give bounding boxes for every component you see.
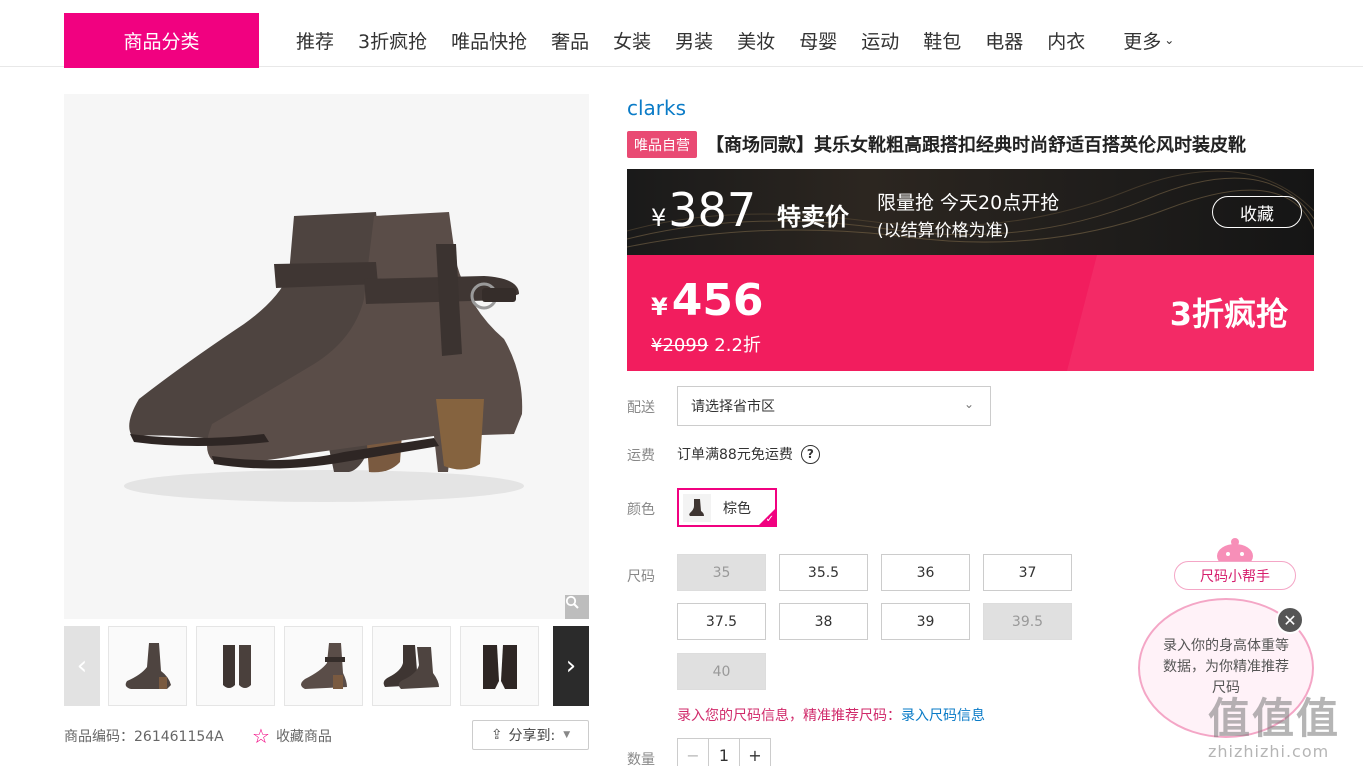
size-option-40[interactable]: 40: [677, 653, 766, 690]
nav-item-luxury[interactable]: 奢品: [551, 27, 589, 54]
star-icon: ☆: [252, 724, 270, 748]
share-icon: ⇪: [490, 727, 503, 743]
original-price-row: ¥2099 2.2折: [651, 331, 761, 357]
nav-item-women[interactable]: 女装: [613, 27, 651, 54]
thumbnail-strip: ‹ ›: [64, 626, 589, 706]
top-nav: 商品分类 推荐 3折疯抢 唯品快抢 奢品 女装 男装 美妆 母婴 运动 鞋包 电…: [0, 0, 1363, 68]
watermark-url: zhizhizhi.com: [1208, 742, 1330, 761]
thumbnail-next-button[interactable]: ›: [553, 626, 589, 706]
category-button[interactable]: 商品分类: [64, 13, 259, 68]
nav-items: 推荐 3折疯抢 唯品快抢 奢品 女装 男装 美妆 母婴 运动 鞋包 电器 内衣 …: [284, 13, 1174, 67]
size-label: 尺码: [627, 569, 655, 585]
help-icon[interactable]: ?: [800, 444, 820, 464]
favorite-product-button[interactable]: ☆ 收藏商品: [252, 724, 332, 748]
nav-item-sports[interactable]: 运动: [861, 27, 899, 54]
caret-down-icon: ▼: [563, 730, 571, 740]
boots-illustration: [124, 212, 524, 502]
flash-sale-note: (以结算价格为准): [877, 221, 1010, 241]
main-product-image[interactable]: [64, 94, 589, 619]
freight-info: 订单满88元免运费 ?: [677, 444, 820, 464]
flash-sale-time: 限量抢 今天20点开抢: [877, 192, 1060, 214]
product-title: 【商场同款】其乐女靴粗高跟搭扣经典时尚舒适百搭英伦风时装皮靴: [706, 135, 1246, 156]
currency-symbol: ¥: [651, 204, 667, 232]
quantity-label: 数量: [627, 752, 655, 766]
special-price-value: 387: [668, 183, 757, 237]
self-operated-badge: 唯品自营: [627, 131, 697, 158]
size-hint-text: 录入您的尺码信息，精准推荐尺码：: [677, 708, 901, 724]
region-select-value: 请选择省市区: [691, 399, 775, 415]
size-hint: 录入您的尺码信息，精准推荐尺码：录入尺码信息: [677, 705, 985, 725]
size-option-35[interactable]: 35: [677, 554, 766, 591]
vip-price-value: 456: [671, 275, 764, 326]
nav-item-shoes-bags[interactable]: 鞋包: [923, 27, 961, 54]
nav-item-men[interactable]: 男装: [675, 27, 713, 54]
size-option-35-5[interactable]: 35.5: [779, 554, 868, 591]
close-icon[interactable]: ✕: [1276, 606, 1304, 634]
size-option-38[interactable]: 38: [779, 603, 868, 640]
size-option-37[interactable]: 37: [983, 554, 1072, 591]
quantity-stepper: − 1 +: [677, 738, 771, 766]
check-icon: ✓: [765, 514, 774, 525]
nav-item-beauty[interactable]: 美妆: [737, 27, 775, 54]
size-helper-button[interactable]: 尺码小帮手: [1174, 561, 1296, 590]
discount-rate: 2.2折: [714, 335, 761, 356]
thumbnail-5[interactable]: [460, 626, 539, 706]
brand-link[interactable]: clarks: [627, 96, 686, 120]
nav-item-underwear[interactable]: 内衣: [1047, 27, 1085, 54]
nav-more[interactable]: 更多 ⌄: [1123, 27, 1174, 54]
vip-price-banner: ¥ 456 ¥2099 2.2折 3折疯抢: [627, 255, 1314, 371]
size-option-39-5[interactable]: 39.5: [983, 603, 1072, 640]
chevron-down-icon: ⌄: [1164, 33, 1175, 47]
size-option-39[interactable]: 39: [881, 603, 970, 640]
quantity-plus-button[interactable]: +: [739, 739, 770, 766]
special-price: ¥ 387: [651, 183, 756, 237]
thumbnail-prev-button[interactable]: ‹: [64, 626, 100, 706]
special-price-banner: ¥ 387 特卖价 限量抢 今天20点开抢 (以结算价格为准) 收藏: [627, 169, 1314, 255]
thumbnail-1[interactable]: [108, 626, 187, 706]
thumbnail-4[interactable]: [372, 626, 451, 706]
favorite-label: 收藏商品: [275, 729, 332, 745]
nav-item-baby[interactable]: 母婴: [799, 27, 837, 54]
color-option-brown[interactable]: 棕色 ✓: [677, 488, 777, 527]
zoom-icon[interactable]: [565, 595, 589, 619]
original-price: ¥2099: [651, 335, 709, 356]
share-button[interactable]: ⇪ 分享到: ▼: [472, 720, 589, 750]
promo-tag: 3折疯抢: [1169, 295, 1288, 333]
special-price-label: 特卖价: [777, 203, 849, 231]
quantity-minus-button[interactable]: −: [678, 739, 709, 766]
delivery-label: 配送: [627, 400, 655, 416]
nav-more-label: 更多: [1123, 30, 1162, 53]
region-select[interactable]: 请选择省市区 ⌄: [677, 386, 991, 426]
chevron-down-icon: ⌄: [963, 397, 974, 411]
size-option-36[interactable]: 36: [881, 554, 970, 591]
nav-item-appliances[interactable]: 电器: [985, 27, 1023, 54]
size-option-37-5[interactable]: 37.5: [677, 603, 766, 640]
gallery-footer: 商品编码：261461154A ☆ 收藏商品 ⇪ 分享到: ▼: [64, 720, 589, 752]
collect-button[interactable]: 收藏: [1212, 196, 1302, 228]
currency-symbol: ¥: [651, 293, 668, 321]
watermark-logo: 值值值: [1208, 694, 1341, 743]
share-label: 分享到:: [508, 728, 556, 744]
thumbnail-3[interactable]: [284, 626, 363, 706]
product-code: 商品编码：261461154A: [64, 729, 224, 745]
vip-price: ¥ 456: [651, 275, 764, 326]
quantity-value[interactable]: 1: [709, 739, 739, 766]
nav-item-30-off[interactable]: 3折疯抢: [358, 27, 427, 54]
freight-text: 订单满88元免运费: [677, 447, 793, 463]
nav-item-flash[interactable]: 唯品快抢: [451, 27, 527, 54]
color-label: 颜色: [627, 502, 655, 518]
watermark: 值值值 zhizhizhi.com: [1208, 685, 1340, 761]
thumbnail-2[interactable]: [196, 626, 275, 706]
enter-size-link[interactable]: 录入尺码信息: [901, 708, 985, 724]
color-option-label: 棕色: [723, 500, 751, 517]
nav-item-recommend[interactable]: 推荐: [296, 27, 334, 54]
freight-label: 运费: [627, 448, 655, 464]
color-swatch-image: [683, 493, 711, 522]
